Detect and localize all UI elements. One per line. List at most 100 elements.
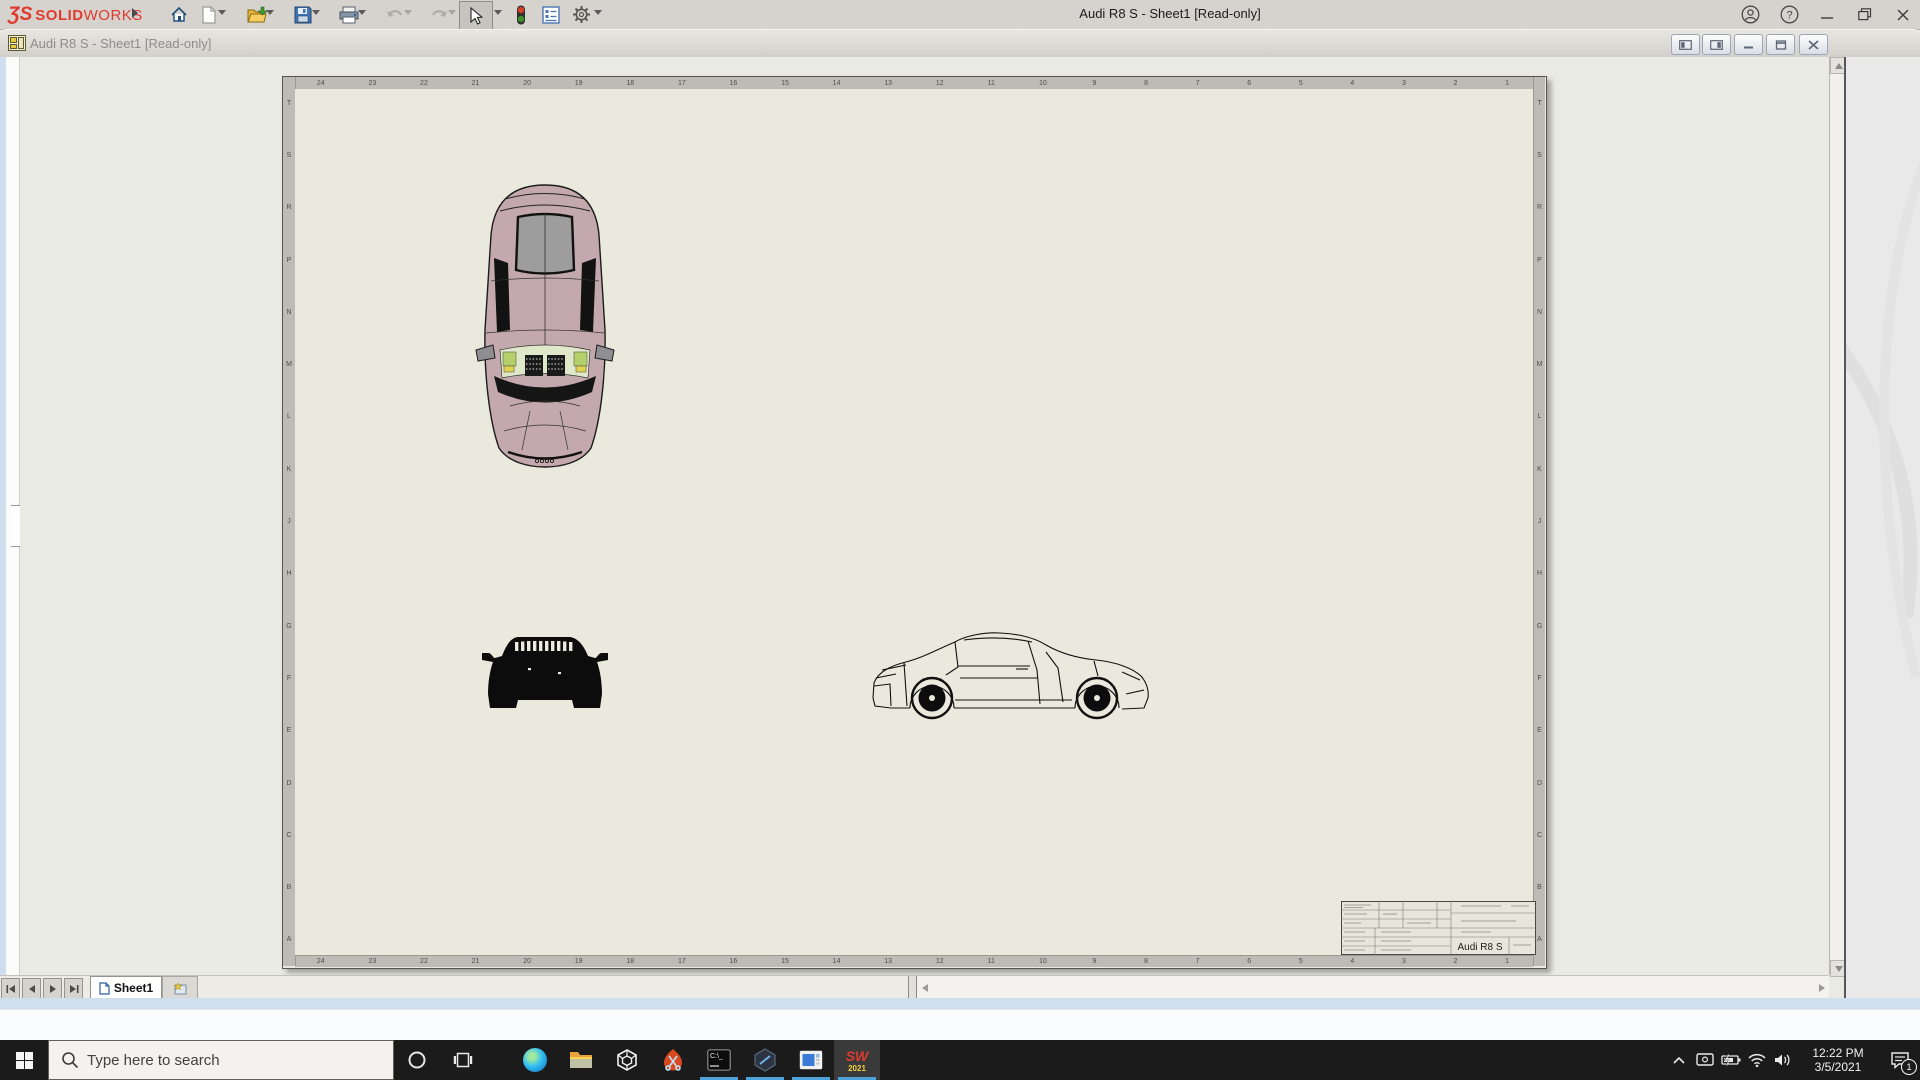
drawing-view-side[interactable] xyxy=(860,620,1160,730)
task-view-button[interactable] xyxy=(440,1040,486,1080)
zone-label: 16 xyxy=(729,79,738,87)
document-window-titlebar: Audi R8 S - Sheet1 [Read-only] xyxy=(0,29,1920,59)
tab-sheet1[interactable]: Sheet1 xyxy=(90,976,162,999)
zone-label: 2 xyxy=(1453,79,1458,87)
home-button[interactable] xyxy=(166,2,192,27)
redo-dropdown[interactable] xyxy=(448,10,456,15)
next-sheet-button[interactable] xyxy=(43,978,62,999)
vertical-scrollbar[interactable] xyxy=(1829,57,1847,977)
scroll-right-icon xyxy=(1818,983,1825,992)
3ds-mark-icon: ƷS xyxy=(8,4,33,25)
select-cursor-icon xyxy=(470,6,483,25)
scroll-right-button[interactable] xyxy=(1814,976,1829,999)
previous-sheet-button[interactable] xyxy=(22,978,41,999)
tray-volume-button[interactable] xyxy=(1770,1040,1796,1080)
sheet-tab-label: Sheet1 xyxy=(113,981,154,995)
taskbar-app-solidworks[interactable]: SW 2021 xyxy=(834,1040,880,1080)
doc-restore-button[interactable] xyxy=(1766,34,1795,55)
doc-minimize-button[interactable] xyxy=(1734,34,1763,55)
restore-button[interactable] xyxy=(1852,4,1878,25)
pane-splitter-handle[interactable] xyxy=(908,976,917,999)
zone-label: 23 xyxy=(368,79,377,87)
display-states-button[interactable] xyxy=(508,2,534,27)
taskbar-search-input[interactable]: Type here to search xyxy=(48,1040,394,1080)
taskbar-app-snip[interactable] xyxy=(650,1040,696,1080)
sheet-icon xyxy=(99,981,110,995)
horizontal-scrollbar[interactable] xyxy=(917,976,1829,999)
zone-label: P xyxy=(1537,256,1542,264)
pane-left-button[interactable] xyxy=(1671,34,1700,55)
add-sheet-button[interactable] xyxy=(162,976,198,999)
drawing-view-top[interactable] xyxy=(470,180,620,470)
window-frame-bottom xyxy=(0,998,1920,1009)
zone-label: 5 xyxy=(1298,958,1303,965)
cortana-button[interactable] xyxy=(394,1040,440,1080)
window-app-icon xyxy=(799,1050,823,1070)
undo-dropdown[interactable] xyxy=(404,10,412,15)
zone-label: 19 xyxy=(574,958,583,965)
zone-label: M xyxy=(286,361,292,369)
task-view-icon xyxy=(453,1052,473,1068)
restore-icon xyxy=(1858,8,1872,21)
doc-close-button[interactable] xyxy=(1799,34,1828,55)
options-button[interactable] xyxy=(568,2,594,27)
tray-display-button[interactable] xyxy=(1692,1040,1718,1080)
zone-label: 22 xyxy=(420,79,428,87)
drawing-view-front[interactable] xyxy=(470,620,620,725)
zone-label: 23 xyxy=(368,958,377,965)
taskbar-app-hexagon[interactable] xyxy=(742,1040,788,1080)
first-sheet-button[interactable] xyxy=(1,978,20,999)
redo-icon xyxy=(431,9,447,17)
zone-label: H xyxy=(1536,570,1543,578)
action-center-button[interactable]: 1 xyxy=(1880,1040,1920,1080)
zone-label: 12 xyxy=(935,958,944,965)
tray-battery-button[interactable] xyxy=(1718,1040,1744,1080)
file-properties-button[interactable] xyxy=(538,2,564,27)
taskbar-app-3d-viewer[interactable] xyxy=(604,1040,650,1080)
scroll-left-button[interactable] xyxy=(917,976,932,999)
select-tool-button[interactable] xyxy=(459,1,493,30)
title-block[interactable]: Audi R8 S xyxy=(1341,901,1536,955)
zone-label: 24 xyxy=(316,958,325,965)
select-tool-dropdown[interactable] xyxy=(494,10,502,15)
title-block-part-name: Audi R8 S xyxy=(1457,942,1502,953)
taskbar-app-command-prompt[interactable]: C:\_ xyxy=(696,1040,742,1080)
help-button[interactable]: ? xyxy=(1776,4,1802,25)
svg-text:C:\_: C:\_ xyxy=(710,1053,723,1060)
pane-right-button[interactable] xyxy=(1702,34,1731,55)
tray-wifi-button[interactable] xyxy=(1744,1040,1770,1080)
start-button[interactable] xyxy=(0,1040,48,1080)
minimize-button[interactable] xyxy=(1814,4,1840,25)
brand-bold: SOLID xyxy=(35,6,84,24)
save-dropdown[interactable] xyxy=(312,10,320,15)
drawing-document-icon xyxy=(8,35,26,51)
zone-label: 8 xyxy=(1144,79,1148,87)
open-dropdown[interactable] xyxy=(266,10,274,15)
horizontal-scroll-track[interactable] xyxy=(932,976,1814,999)
brand-expand-arrow-icon[interactable] xyxy=(132,8,138,18)
taskbar-app-window[interactable] xyxy=(788,1040,834,1080)
home-icon xyxy=(171,6,187,22)
search-placeholder: Type here to search xyxy=(87,1051,220,1069)
taskbar-clock[interactable]: 12:22 PM 3/5/2021 xyxy=(1802,1046,1874,1074)
undo-icon xyxy=(387,9,403,17)
taskbar-app-file-explorer[interactable] xyxy=(558,1040,604,1080)
close-icon xyxy=(1897,9,1909,20)
options-dropdown[interactable] xyxy=(594,10,602,15)
last-sheet-button[interactable] xyxy=(64,978,83,999)
zone-ruler-bottom: 24 23 22 21 20 19 18 17 16 15 14 13 12 11 10 9 8 7 6 5 4 3 2 1 xyxy=(295,955,1533,967)
taskbar-app-edge[interactable] xyxy=(512,1040,558,1080)
zone-label: 9 xyxy=(1092,79,1097,87)
taskpane-collapsed[interactable] xyxy=(1846,57,1920,1000)
print-dropdown[interactable] xyxy=(358,10,366,15)
account-button[interactable] xyxy=(1737,4,1763,25)
minimize-icon xyxy=(1821,16,1833,19)
system-tray: 12:22 PM 3/5/2021 1 xyxy=(1666,1040,1920,1080)
svg-text:SW: SW xyxy=(846,1048,870,1064)
zone-label: S xyxy=(286,151,292,159)
close-button[interactable] xyxy=(1890,4,1916,25)
zone-label: 6 xyxy=(1247,958,1252,965)
new-document-dropdown[interactable] xyxy=(218,10,226,15)
tray-overflow-button[interactable] xyxy=(1666,1040,1692,1080)
zone-label: 11 xyxy=(987,958,995,965)
